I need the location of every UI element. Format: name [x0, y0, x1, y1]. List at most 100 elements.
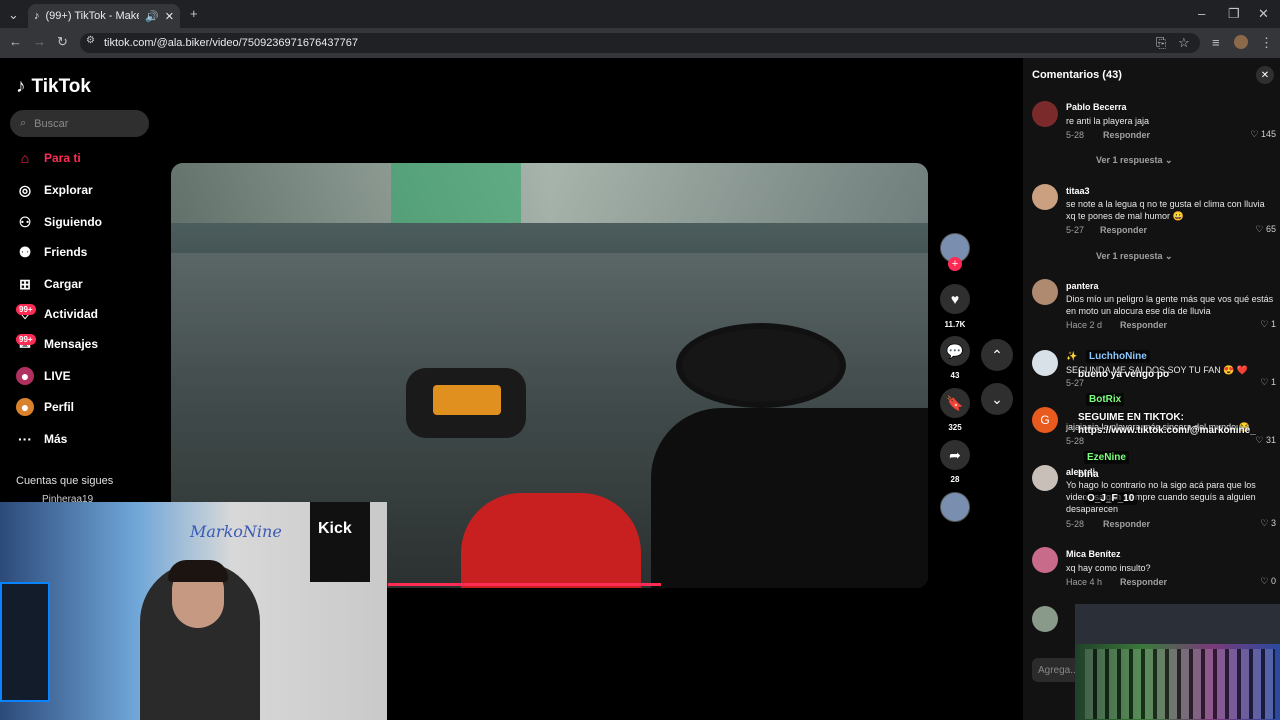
share-button[interactable]: ➦ — [940, 440, 970, 470]
bookmark-star-icon[interactable]: ☆ — [1178, 35, 1190, 51]
reload-icon[interactable]: ↻ — [57, 34, 68, 50]
chat-name: LuchhoNine — [1086, 350, 1150, 363]
video-scene-sky — [171, 163, 928, 223]
site-info-icon[interactable]: ⚙ — [86, 35, 95, 46]
chat-username: LuchhoNine — [1086, 350, 1150, 363]
tab-list-icon[interactable]: ⌄ — [8, 7, 19, 23]
sidebar-item-friends[interactable]: ⚉ Friends — [16, 243, 88, 261]
video-progress-bar[interactable] — [388, 583, 661, 586]
comment-text: xq hay como insulto? — [1066, 563, 1151, 573]
live-icon: ● — [16, 367, 34, 385]
reply-button[interactable]: Responder — [1103, 130, 1150, 140]
close-comments-button[interactable]: ✕ — [1256, 66, 1274, 84]
search-input[interactable]: ⌕ Buscar — [10, 110, 149, 137]
profile-avatar[interactable] — [1234, 35, 1248, 49]
home-icon: ⌂ — [20, 150, 30, 166]
chat-username: EzeNine — [1084, 451, 1129, 464]
user-plus-icon: ⚇ — [18, 213, 32, 230]
sidebar-item-para-ti[interactable]: ⌂ Para ti — [16, 149, 81, 167]
video-scene-tank — [461, 493, 641, 588]
comment-avatar[interactable] — [1032, 279, 1058, 305]
like-button[interactable]: ♥ — [940, 284, 970, 314]
like-count: 11.7K — [944, 320, 966, 329]
keyboard-cam-desk — [1075, 604, 1280, 644]
view-replies[interactable]: Ver 1 respuesta ⌄ — [1096, 155, 1173, 166]
compass-icon: ◎ — [18, 181, 32, 198]
close-window-icon[interactable]: ✕ — [1258, 6, 1269, 22]
view-replies-label: Ver 1 respuesta — [1096, 251, 1163, 261]
save-button[interactable]: 🔖 — [940, 388, 970, 418]
comment-text: se note a la legua q no te gusta el clim… — [1066, 199, 1265, 221]
comment-likes[interactable]: ♡ 1 — [1230, 377, 1276, 388]
comment-user[interactable]: Pablo Becerra — [1066, 102, 1127, 112]
minimize-icon[interactable]: – — [1198, 6, 1205, 21]
comment-likes[interactable]: ♡ 0 — [1230, 576, 1276, 587]
view-replies[interactable]: Ver 1 respuesta ⌄ — [1096, 251, 1173, 262]
sidebar-item-label: Siguiendo — [44, 215, 102, 229]
browser-menu-icon[interactable]: ⋮ — [1260, 35, 1273, 51]
back-icon[interactable]: ← — [9, 34, 22, 49]
save-count: 325 — [948, 423, 962, 432]
chat-message: bina — [1078, 469, 1099, 480]
search-placeholder: Buscar — [34, 117, 69, 130]
shirt-text: Kick — [318, 520, 352, 537]
close-tab-icon[interactable]: ✕ — [165, 10, 174, 23]
reply-button[interactable]: Responder — [1120, 320, 1167, 330]
comment-likes[interactable]: ♡ 3 — [1230, 518, 1276, 529]
address-bar[interactable]: tiktok.com/@ala.biker/video/750923697167… — [80, 33, 1200, 53]
comment-user[interactable]: pantera — [1066, 281, 1099, 291]
sidebar-item-perfil[interactable]: ● Perfil — [16, 398, 74, 416]
previous-video-button[interactable]: ⌃ — [981, 339, 1013, 371]
media-controls-icon[interactable]: ≡ — [1212, 35, 1220, 50]
comment-likes[interactable]: ♡ 145 — [1230, 129, 1276, 140]
comment-likes[interactable]: ♡ 1 — [1230, 319, 1276, 330]
restore-icon[interactable]: ❐ — [1228, 6, 1240, 22]
comment-user[interactable]: titaa3 — [1066, 186, 1090, 196]
sidebar-item-label: LIVE — [44, 369, 71, 383]
sidebar-item-label: Friends — [44, 245, 88, 259]
upload-icon: ⊞ — [19, 275, 31, 292]
comment-like-count: 65 — [1265, 224, 1276, 234]
comment-button[interactable]: 💬 — [940, 336, 970, 366]
comment-avatar[interactable] — [1032, 101, 1058, 127]
chat-username: O_J_F_10 — [1084, 492, 1138, 505]
search-icon: ⌕ — [20, 117, 27, 129]
sidebar-item-siguiendo[interactable]: ⚇ Siguiendo — [16, 213, 102, 231]
follow-plus-icon[interactable]: + — [948, 257, 962, 271]
comment-avatar[interactable]: G — [1032, 407, 1058, 433]
reply-button[interactable]: Responder — [1120, 577, 1167, 587]
sidebar-item-live[interactable]: ● LIVE — [16, 367, 71, 385]
comment-user[interactable]: Mica Benítez — [1066, 549, 1121, 559]
chat-message: SEGUIME EN TIKTOK: https://www.tiktok.co… — [1078, 412, 1256, 436]
comment-date: 5-28 — [1066, 519, 1085, 529]
heart-outline-icon: ♡ — [1260, 377, 1269, 387]
comment-likes[interactable]: ♡ 65 — [1230, 224, 1276, 235]
audio-icon[interactable]: 🔊 — [145, 10, 159, 23]
logo-text: TikTok — [31, 76, 91, 97]
new-tab-icon[interactable]: + — [190, 6, 198, 21]
following-title: Cuentas que sigues — [16, 475, 114, 487]
sidebar-item-mas[interactable]: ··· Más — [16, 430, 67, 448]
sound-disc-avatar[interactable] — [940, 492, 970, 522]
next-video-button[interactable]: ⌄ — [981, 383, 1013, 415]
sidebar-item-explorar[interactable]: ◎ Explorar — [16, 181, 93, 199]
tiktok-logo[interactable]: ♪ TikTok — [16, 76, 91, 98]
install-icon[interactable]: ⎘ — [1156, 35, 1166, 51]
close-icon: ✕ — [1260, 69, 1270, 81]
reply-button[interactable]: Responder — [1103, 519, 1150, 529]
comment-avatar[interactable] — [1032, 350, 1058, 376]
reply-button[interactable]: Responder — [1100, 225, 1147, 235]
more-icon: ··· — [18, 431, 32, 447]
heart-outline-icon: ♡ — [1260, 576, 1269, 586]
comment-user[interactable]: ✨ — [1066, 351, 1077, 362]
comment-date: 5-28 — [1066, 436, 1085, 446]
comment-avatar[interactable] — [1032, 547, 1058, 573]
sidebar-item-cargar[interactable]: ⊞ Cargar — [16, 275, 83, 293]
browser-tab[interactable]: ♪ (99+) TikTok - Make Your Day 🔊 ✕ — [28, 4, 180, 28]
comment-avatar[interactable] — [1032, 184, 1058, 210]
forward-icon[interactable]: → — [33, 34, 46, 49]
comment-avatar[interactable] — [1032, 465, 1058, 491]
comment-like-count: 145 — [1260, 129, 1276, 139]
comment-avatar[interactable] — [1032, 606, 1058, 632]
heart-outline-icon: ♡ — [1255, 224, 1264, 234]
